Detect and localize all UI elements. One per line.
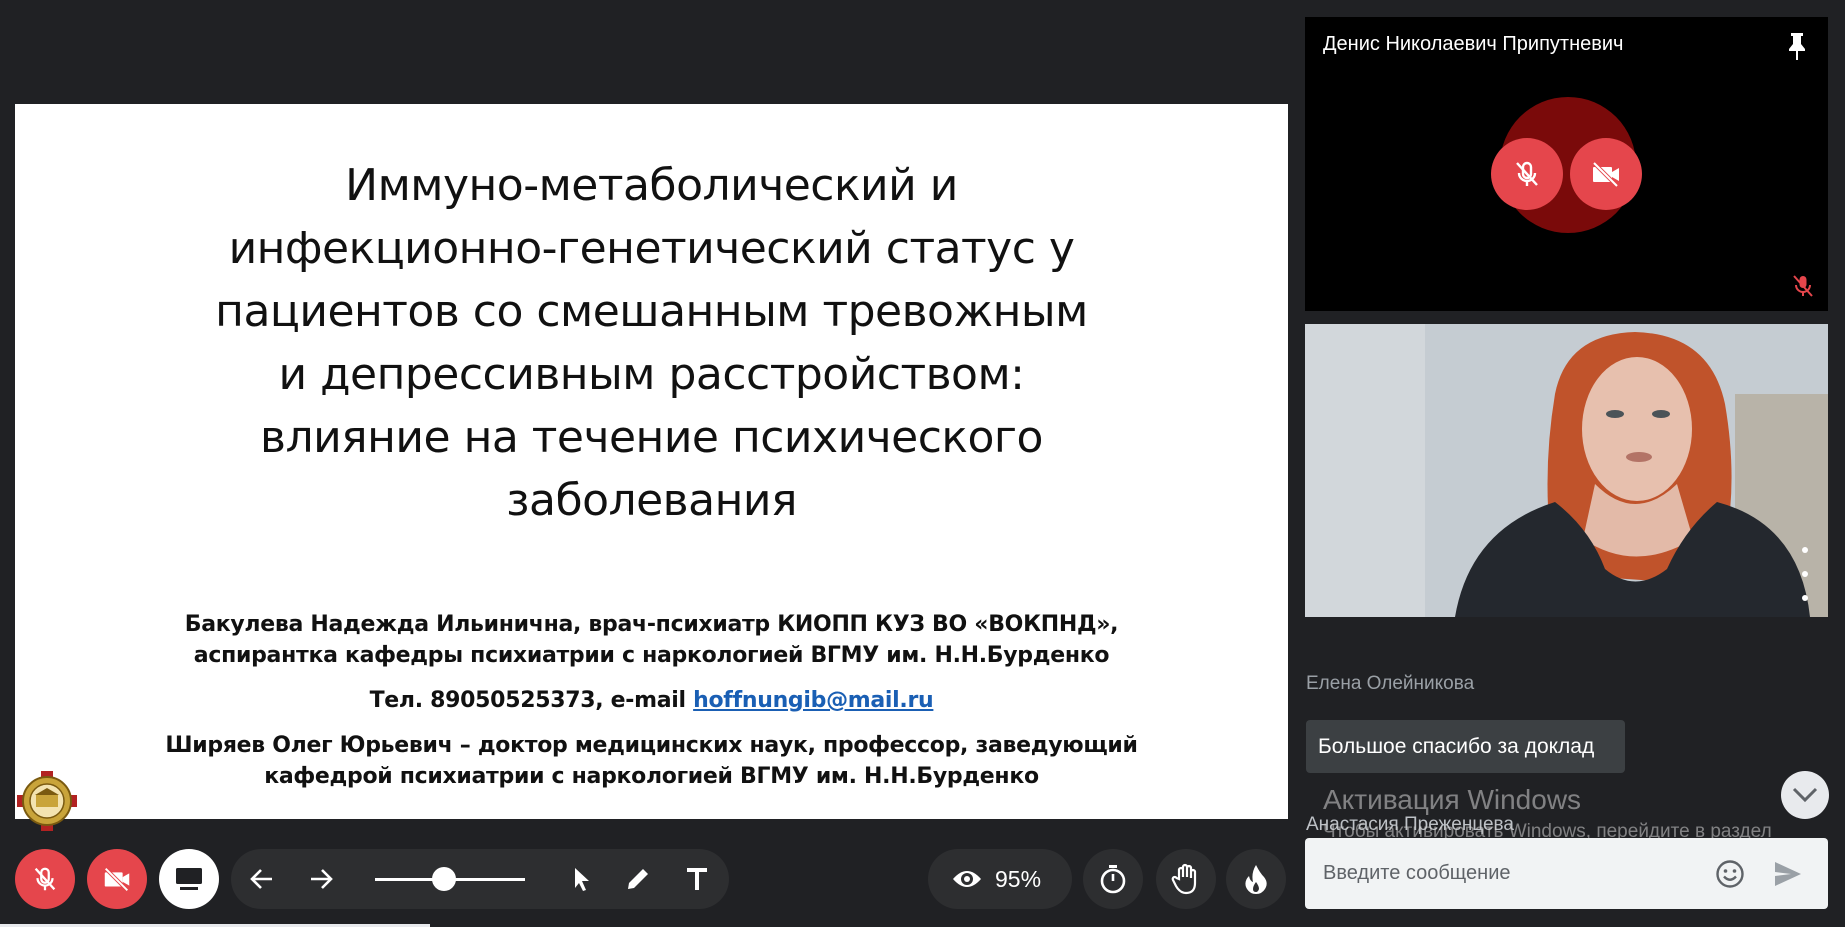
chat-message-input[interactable] [1323, 838, 1703, 909]
audience-visibility[interactable]: 95% [928, 849, 1072, 909]
timer-icon [1100, 865, 1126, 894]
screen-share-icon [176, 868, 202, 890]
chat-message-bubble: Большое спасибо за доклад [1306, 720, 1625, 773]
participant-name: Денис Николаевич Припутневич [1323, 33, 1624, 55]
chat-input-bar [1305, 838, 1828, 909]
mic-off-icon [34, 867, 56, 891]
contact-phone: Тел. 89050525373, e-mail [369, 688, 694, 713]
mic-off-icon [1516, 161, 1538, 186]
send-icon[interactable] [1773, 860, 1803, 888]
microphone-toggle-button[interactable] [15, 849, 75, 909]
emoji-icon[interactable] [1714, 858, 1746, 890]
author1-line2: аспирантка кафедры психиатрии с нарколог… [193, 643, 1110, 668]
slide-title-line: заболевания [506, 475, 797, 526]
shared-slide: Иммуно-метаболический и инфекционно-гене… [15, 104, 1288, 831]
scroll-down-button[interactable] [1781, 771, 1829, 819]
author1-line1: Бакулева Надежда Ильинична, врач-психиат… [184, 612, 1119, 637]
pin-icon[interactable] [1784, 31, 1810, 61]
zoom-slider-handle[interactable] [432, 867, 456, 891]
slide-title-line: влияние на течение психического [260, 412, 1043, 463]
chat-message-author: Елена Олейникова [1306, 673, 1475, 694]
camera-off-indicator [1570, 138, 1642, 210]
reactions-button[interactable] [1226, 849, 1286, 909]
slide-title-line: Иммуно-метаболический и [345, 160, 958, 211]
slide-title: Иммуно-метаболический и инфекционно-гене… [105, 154, 1198, 532]
visibility-percent: 95% [995, 866, 1042, 892]
slide-authors: Бакулева Надежда Ильинична, врач-психиат… [75, 609, 1228, 792]
conference-window: Иммуно-метаболический и инфекционно-гене… [0, 0, 1845, 927]
author2-line2: кафедрой психиатрии с наркологией ВГМУ и… [264, 764, 1039, 789]
text-icon[interactable] [683, 865, 711, 893]
screen-share-button[interactable] [159, 849, 219, 909]
author2-line1: Ширяев Олег Юрьевич – доктор медицинских… [165, 733, 1138, 758]
arrow-right-icon[interactable] [307, 865, 335, 893]
hand-icon [1171, 863, 1197, 895]
eye-icon [953, 871, 981, 887]
pencil-icon[interactable] [624, 865, 652, 893]
watermark-title: Активация Windows [1323, 784, 1582, 815]
slide-title-line: пациентов со смешанным тревожным [215, 286, 1088, 337]
cursor-icon[interactable] [567, 865, 595, 893]
chevron-down-icon [1792, 787, 1818, 803]
arrow-left-icon[interactable] [248, 865, 276, 893]
fire-icon [1245, 865, 1267, 894]
participant-video-tile[interactable] [1305, 324, 1828, 617]
timer-button[interactable] [1083, 849, 1143, 909]
camera-off-icon [104, 867, 130, 892]
presentation-controls [231, 849, 729, 909]
raise-hand-button[interactable] [1156, 849, 1216, 909]
contact-line: Тел. 89050525373, e-mail hoffnungib@mail… [75, 685, 1228, 716]
participant-tile-presenter[interactable]: Денис Николаевич Припутневич [1305, 17, 1828, 311]
contact-email-link[interactable]: hoffnungib@mail.ru [693, 688, 934, 713]
camera-toggle-button[interactable] [87, 849, 147, 909]
slide-title-line: инфекционно-генетический статус у [228, 223, 1075, 274]
mic-off-indicator [1491, 138, 1563, 210]
more-vert-icon[interactable] [1800, 544, 1810, 604]
muted-mic-icon [1793, 275, 1813, 297]
university-logo [17, 771, 77, 831]
chat-message-author: Анастасия Преженцева [1306, 814, 1514, 835]
camera-off-icon [1592, 161, 1619, 188]
participant-video-frame [1305, 324, 1828, 617]
slide-title-line: и депрессивным расстройством: [278, 349, 1025, 400]
